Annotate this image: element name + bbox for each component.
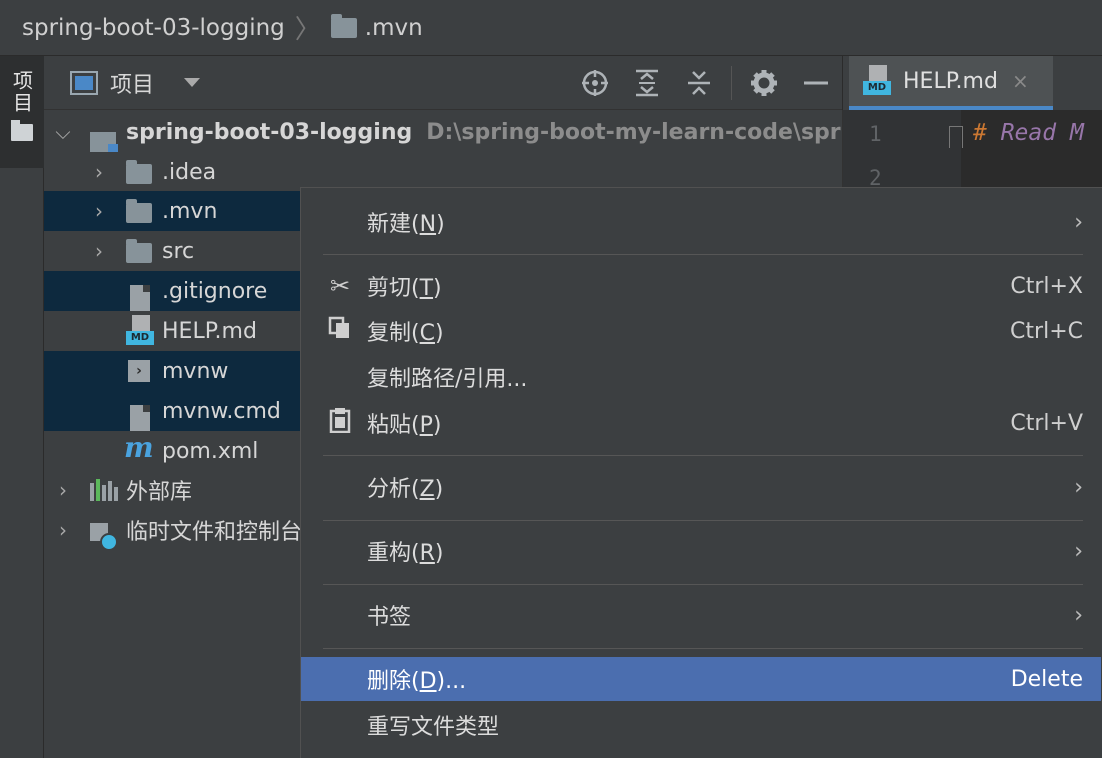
menu-item-cut[interactable]: ✂ 剪切(T) Ctrl+X xyxy=(301,264,1101,308)
tree-root-name: spring-boot-03-logging xyxy=(126,119,413,145)
menu-item-paste[interactable]: 粘贴(P) Ctrl+V xyxy=(301,401,1101,445)
menu-item-copy[interactable]: 复制(C) Ctrl+C xyxy=(301,309,1101,353)
gear-icon[interactable] xyxy=(738,56,790,110)
tree-item-label: src xyxy=(162,238,195,264)
chevron-down-icon[interactable] xyxy=(184,78,201,87)
breadcrumb-separator-icon: 〉 xyxy=(294,15,321,45)
folder-icon xyxy=(126,239,152,263)
expand-all-icon[interactable] xyxy=(621,56,673,110)
chevron-right-icon[interactable]: › xyxy=(54,478,72,502)
breadcrumb: spring-boot-03-logging 〉 .mvn xyxy=(0,0,1102,56)
minimize-icon[interactable] xyxy=(790,56,842,110)
text-file-icon xyxy=(130,405,150,431)
code-line: # Read M xyxy=(973,120,1084,146)
maven-icon: m xyxy=(124,431,154,464)
editor-tab-bar: MD HELP.md × xyxy=(842,56,1102,110)
folder-icon xyxy=(126,199,152,223)
chevron-right-icon: › xyxy=(1074,602,1083,628)
shortcut: Delete xyxy=(1010,666,1083,692)
tree-item-label: 临时文件和控制台 xyxy=(126,520,303,545)
tree-item[interactable]: › .mvn xyxy=(44,191,300,231)
menu-item-copy-path[interactable]: 复制路径/引用... xyxy=(301,355,1101,399)
tree-item[interactable]: › mvnw xyxy=(44,351,300,391)
shortcut: Ctrl+X xyxy=(1010,273,1083,299)
tree-item[interactable]: .gitignore xyxy=(44,271,300,311)
tree-item-label: .mvn xyxy=(162,198,218,224)
chevron-right-icon[interactable]: › xyxy=(90,199,108,223)
tree-item-label: .idea xyxy=(162,159,217,185)
tree-item-label: 外部库 xyxy=(126,480,193,505)
project-toolbar xyxy=(569,56,842,110)
tab-help-md[interactable]: MD HELP.md × xyxy=(849,56,1053,110)
chevron-right-icon: › xyxy=(1074,538,1083,564)
tree-item-label: .gitignore xyxy=(162,278,268,304)
library-icon xyxy=(90,479,118,501)
tree-item-label: mvnw.cmd xyxy=(162,398,281,424)
shell-script-icon: › xyxy=(128,360,150,382)
chevron-right-icon[interactable]: › xyxy=(90,160,108,184)
tree-item-label: mvnw xyxy=(162,358,229,384)
chevron-right-icon[interactable]: › xyxy=(54,518,72,542)
markdown-file-icon: MD xyxy=(863,65,891,97)
markdown-file-icon: MD xyxy=(126,315,154,347)
menu-separator xyxy=(323,648,1083,649)
menu-item-bookmarks[interactable]: 书签 › xyxy=(301,593,1101,637)
chevron-down-icon[interactable]: ⌵ xyxy=(54,120,72,144)
module-folder-icon xyxy=(90,132,118,152)
ignore-file-icon xyxy=(130,285,150,311)
menu-item-override-file-type[interactable]: 重写文件类型 xyxy=(301,703,1101,747)
left-tool-strip: 项目 xyxy=(0,56,44,758)
shortcut: Ctrl+V xyxy=(1010,410,1083,436)
menu-separator xyxy=(323,455,1083,456)
line-number: 1 xyxy=(869,122,882,146)
tab-label: HELP.md xyxy=(903,68,998,94)
project-view-title[interactable]: 项目 xyxy=(110,67,154,99)
toolbar-divider xyxy=(731,66,732,100)
scissors-icon: ✂ xyxy=(329,272,351,300)
chevron-right-icon[interactable]: › xyxy=(90,239,108,263)
menu-separator xyxy=(323,520,1083,521)
project-tool-window-button[interactable]: 项目 xyxy=(0,56,44,168)
shortcut: Ctrl+C xyxy=(1010,318,1083,344)
menu-item-delete[interactable]: 删除(D)... Delete xyxy=(301,657,1101,701)
clipboard-icon xyxy=(325,407,355,439)
tree-root-path: D:\spring-boot-my-learn-code\spr xyxy=(426,119,841,145)
chevron-right-icon: › xyxy=(1074,209,1083,235)
copy-icon xyxy=(325,316,355,346)
tree-item-label: HELP.md xyxy=(162,318,257,344)
tree-item[interactable]: › .idea xyxy=(44,152,842,192)
project-view-icon xyxy=(70,70,98,95)
project-panel-header: 项目 xyxy=(44,56,842,110)
close-icon[interactable]: × xyxy=(1012,69,1029,93)
chevron-right-icon: › xyxy=(1074,474,1083,500)
collapse-all-icon[interactable] xyxy=(673,56,725,110)
tree-item[interactable]: mvnw.cmd xyxy=(44,391,300,431)
fold-marker-icon[interactable] xyxy=(949,126,963,148)
menu-item-refactor[interactable]: 重构(R) › xyxy=(301,529,1101,573)
menu-item-analyze[interactable]: 分析(Z) › xyxy=(301,465,1101,509)
breadcrumb-folder[interactable]: .mvn xyxy=(365,15,423,41)
project-tool-window-label: 项目 xyxy=(9,70,34,114)
context-menu: 新建(N) › ✂ 剪切(T) Ctrl+X 复制(C) Ctrl+C 复制路径… xyxy=(300,187,1102,758)
breadcrumb-project[interactable]: spring-boot-03-logging xyxy=(22,15,285,41)
folder-icon xyxy=(126,160,152,184)
tree-root[interactable]: ⌵ spring-boot-03-logging D:\spring-boot-m… xyxy=(44,112,842,152)
scratches-icon xyxy=(90,523,118,550)
menu-separator xyxy=(323,584,1083,585)
tree-item-label: pom.xml xyxy=(162,438,259,464)
folder-icon xyxy=(330,13,357,38)
menu-separator xyxy=(323,254,1083,255)
menu-item-new[interactable]: 新建(N) › xyxy=(301,200,1101,244)
folder-icon xyxy=(11,120,33,141)
locate-icon[interactable] xyxy=(569,56,621,110)
